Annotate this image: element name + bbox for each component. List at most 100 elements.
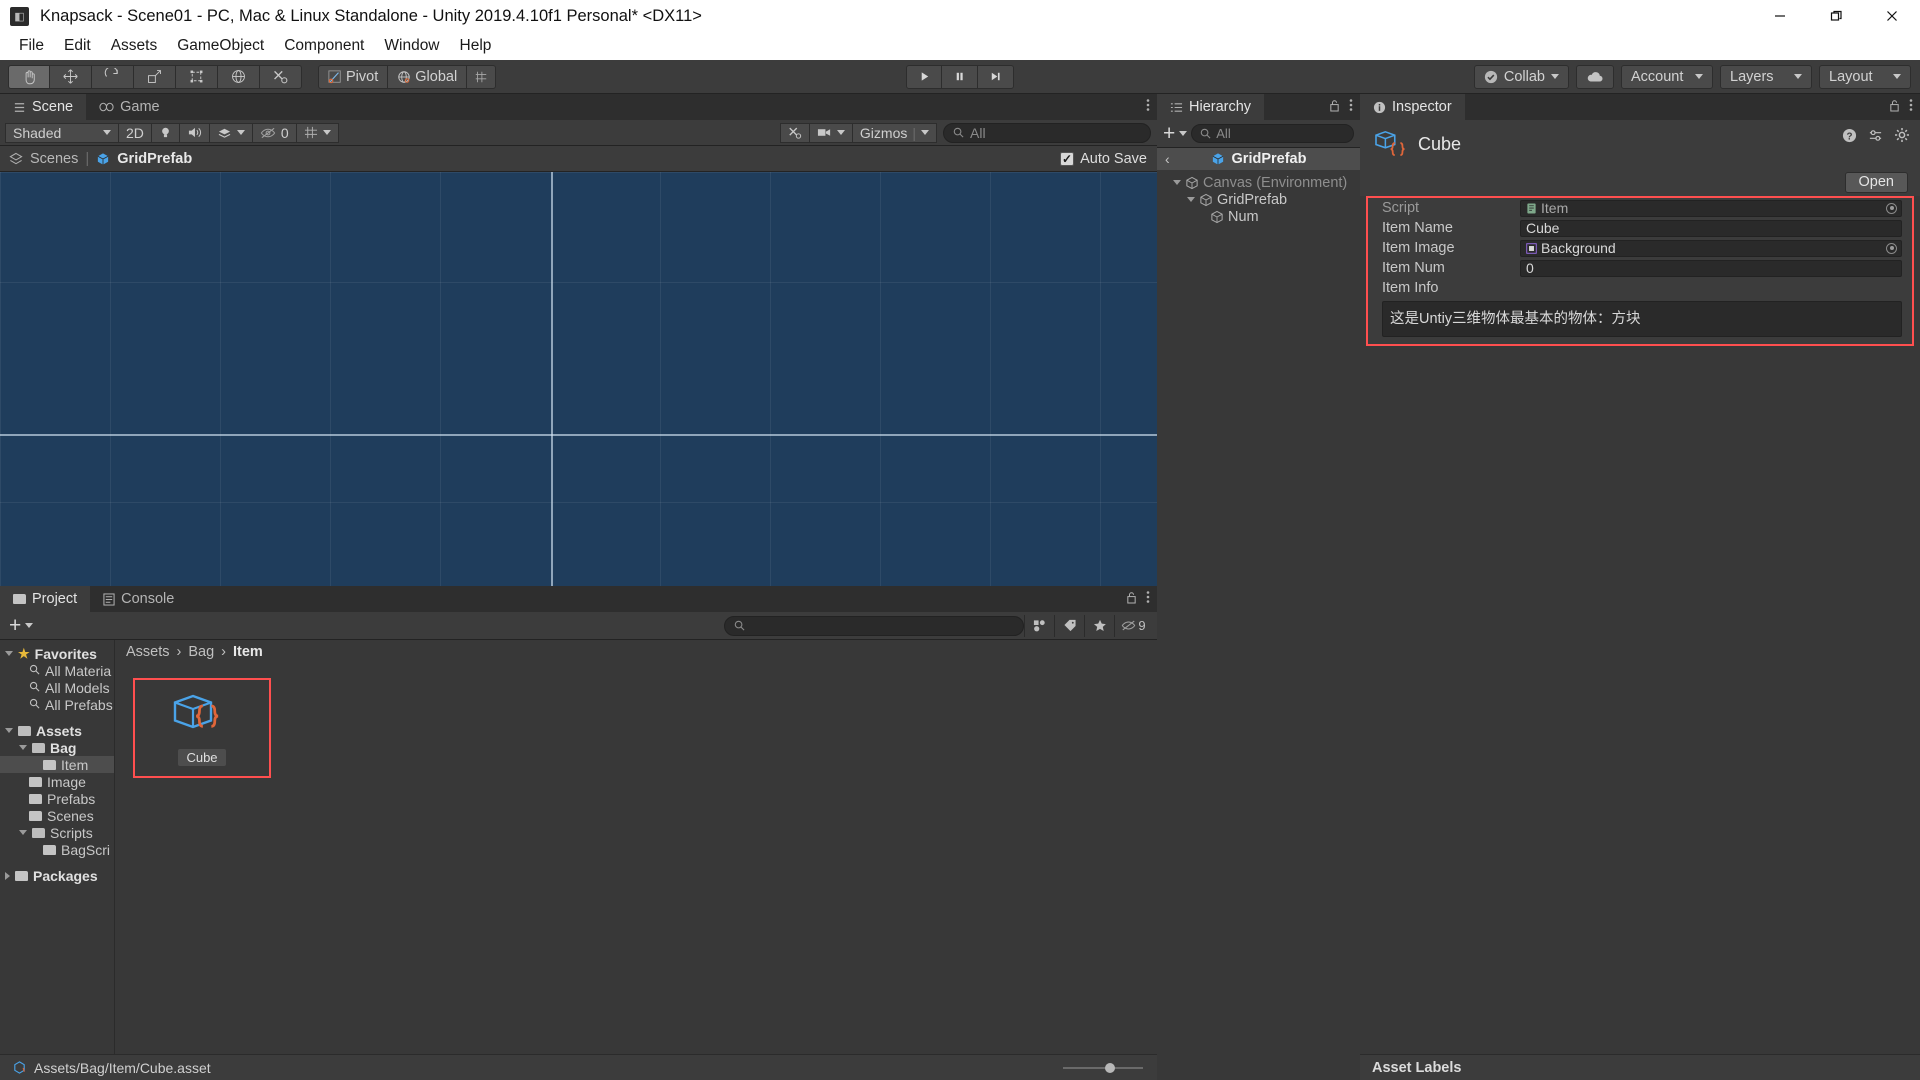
asset-zoom-knob[interactable]: [1105, 1062, 1115, 1073]
project-tree-item[interactable]: Assets: [0, 722, 114, 739]
breadcrumb-scenes[interactable]: Scenes: [30, 151, 78, 167]
inspector-field-value[interactable]: Background: [1520, 239, 1902, 257]
close-button[interactable]: [1864, 0, 1920, 32]
project-tree-item[interactable]: All Materia: [0, 662, 114, 679]
project-tree-item[interactable]: Scripts: [0, 824, 114, 841]
project-tree-item[interactable]: BagScri: [0, 841, 114, 858]
shading-mode-dropdown[interactable]: Shaded: [5, 122, 119, 143]
auto-save-toggle[interactable]: ✓ Auto Save: [1060, 151, 1147, 167]
asset-breadcrumb-bag[interactable]: Bag: [188, 644, 214, 660]
open-button[interactable]: Open: [1844, 171, 1908, 193]
chevron-down-icon[interactable]: [19, 830, 27, 835]
asset-breadcrumb-item[interactable]: Item: [233, 644, 263, 660]
menu-file[interactable]: File: [9, 35, 54, 57]
inspector-lock-icon[interactable]: [1889, 99, 1900, 116]
inspector-field-value[interactable]: 0: [1520, 259, 1902, 277]
tab-scene[interactable]: Scene: [0, 94, 87, 120]
project-tree-item[interactable]: Scenes: [0, 807, 114, 824]
scene-grid-button[interactable]: [295, 122, 339, 143]
pause-button[interactable]: [942, 64, 978, 89]
global-toggle-button[interactable]: Global: [388, 64, 468, 89]
prefab-header-bar[interactable]: ‹ GridPrefab: [1157, 148, 1360, 170]
menu-component[interactable]: Component: [274, 35, 374, 57]
asset-labels-bar[interactable]: Asset Labels: [1360, 1054, 1920, 1080]
scale-tool-button[interactable]: [134, 64, 176, 89]
tab-project[interactable]: Project: [0, 586, 91, 612]
project-tree-item[interactable]: Prefabs: [0, 790, 114, 807]
menu-window[interactable]: Window: [374, 35, 449, 57]
project-search-input[interactable]: [724, 615, 1024, 636]
project-lock-icon[interactable]: [1126, 591, 1137, 608]
filter-by-label-button[interactable]: [1054, 614, 1084, 637]
custom-tool-button[interactable]: [260, 64, 302, 89]
scene-viewport[interactable]: SD: [0, 172, 1157, 586]
tab-inspector[interactable]: Inspector: [1360, 94, 1465, 120]
chevron-down-icon[interactable]: [5, 651, 13, 656]
object-picker-icon[interactable]: [1886, 242, 1897, 254]
chevron-right-icon[interactable]: [5, 871, 10, 880]
pivot-toggle-button[interactable]: Pivot: [318, 64, 389, 89]
rect-tool-button[interactable]: [176, 64, 218, 89]
chevron-down-icon[interactable]: [19, 745, 27, 750]
maximize-button[interactable]: [1808, 0, 1864, 32]
hand-tool-button[interactable]: [8, 64, 50, 89]
menu-edit[interactable]: Edit: [54, 35, 101, 57]
gizmos-dropdown[interactable]: Gizmos |: [851, 122, 937, 143]
gear-icon[interactable]: [1894, 127, 1910, 147]
preset-icon[interactable]: [1868, 128, 1883, 147]
project-tree-item[interactable]: Image: [0, 773, 114, 790]
inspector-field-value[interactable]: Cube: [1520, 219, 1902, 237]
create-asset-button[interactable]: +: [9, 615, 21, 636]
toggle-2d-button[interactable]: 2D: [118, 122, 152, 143]
scene-camera-button[interactable]: [808, 122, 853, 143]
project-tree-item[interactable]: Packages: [0, 867, 114, 884]
collab-button[interactable]: Collab: [1473, 64, 1569, 89]
play-button[interactable]: [906, 64, 942, 89]
layers-button[interactable]: Layers: [1720, 64, 1812, 89]
cloud-button[interactable]: [1576, 64, 1614, 89]
scene-visibility-button[interactable]: 0: [251, 122, 297, 143]
transform-tool-button[interactable]: [218, 64, 260, 89]
account-button[interactable]: Account: [1621, 64, 1713, 89]
object-picker-icon[interactable]: [1886, 202, 1897, 214]
chevron-down-icon[interactable]: [1187, 197, 1195, 202]
layout-button[interactable]: Layout: [1819, 64, 1911, 89]
rotate-tool-button[interactable]: [92, 64, 134, 89]
asset-breadcrumb-assets[interactable]: Assets: [126, 644, 170, 660]
hierarchy-item[interactable]: Num: [1157, 208, 1360, 225]
scene-lighting-button[interactable]: [150, 122, 180, 143]
favorites-filter-button[interactable]: [1084, 614, 1114, 637]
hierarchy-item[interactable]: Canvas (Environment): [1157, 174, 1360, 191]
minimize-button[interactable]: [1752, 0, 1808, 32]
hierarchy-item[interactable]: GridPrefab: [1157, 191, 1360, 208]
project-tree-item[interactable]: ★ Favorites: [0, 645, 114, 662]
hidden-assets-count-button[interactable]: 9: [1114, 614, 1152, 637]
help-icon[interactable]: ?: [1842, 128, 1857, 147]
project-tree-item[interactable]: All Models: [0, 679, 114, 696]
scene-audio-button[interactable]: [178, 122, 210, 143]
grid-snap-button[interactable]: [467, 64, 497, 89]
menu-assets[interactable]: Assets: [101, 35, 168, 57]
chevron-down-icon[interactable]: [1179, 131, 1188, 136]
inspector-overflow-menu-icon[interactable]: [1909, 98, 1913, 116]
menu-help[interactable]: Help: [450, 35, 502, 57]
menu-gameobject[interactable]: GameObject: [167, 35, 274, 57]
filter-by-type-button[interactable]: [1024, 614, 1054, 637]
tab-console[interactable]: Console: [90, 586, 188, 612]
step-button[interactable]: [978, 64, 1014, 89]
asset-item-cube[interactable]: Cube: [133, 678, 271, 778]
hierarchy-lock-icon[interactable]: [1329, 99, 1340, 116]
project-tree-item[interactable]: Bag: [0, 739, 114, 756]
tab-game[interactable]: Game: [86, 94, 173, 120]
inspector-field-value[interactable]: Item: [1520, 199, 1902, 217]
project-tree-item[interactable]: Item: [0, 756, 114, 773]
breadcrumb-gridprefab[interactable]: GridPrefab: [117, 151, 192, 167]
hierarchy-create-button[interactable]: +: [1163, 123, 1175, 144]
scene-fx-button[interactable]: [208, 122, 253, 143]
project-tree-item[interactable]: All Prefabs: [0, 696, 114, 713]
project-overflow-menu-icon[interactable]: [1146, 590, 1150, 608]
asset-zoom-slider[interactable]: [1063, 1062, 1143, 1073]
tab-hierarchy[interactable]: Hierarchy: [1157, 94, 1265, 120]
scene-tools-button[interactable]: [779, 122, 810, 143]
item-info-textarea[interactable]: 这是Untiy三维物体最基本的物体：方块: [1382, 301, 1902, 337]
